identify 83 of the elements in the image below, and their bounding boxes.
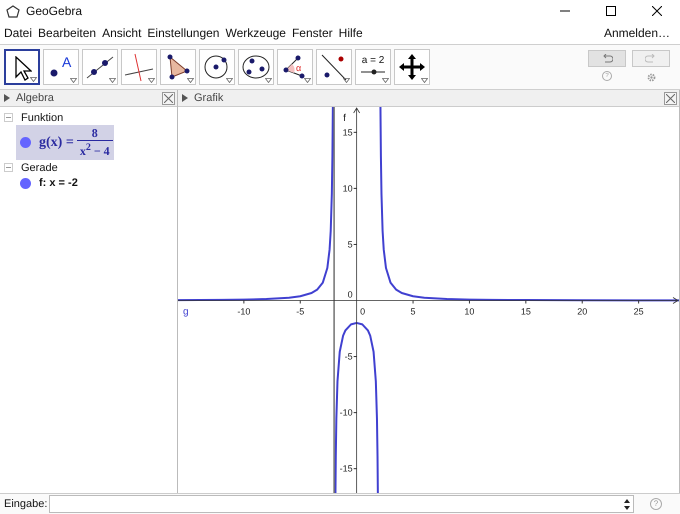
y-tick-label: -10 [340, 408, 353, 418]
x-tick-label: -10 [237, 306, 250, 316]
triangle-icon [167, 54, 190, 80]
menu-item[interactable]: Werkzeuge [225, 26, 290, 40]
origin-label: 0 [348, 290, 353, 300]
dropdown-triangle-icon [304, 78, 311, 83]
input-field[interactable] [49, 495, 634, 513]
dropdown-triangle-icon [226, 78, 233, 83]
algebra-item[interactable]: g(x) = 8 x$^{2}$ − 4 [16, 125, 114, 160]
tool-button[interactable]: α [277, 49, 313, 85]
close-panel-button[interactable] [162, 92, 175, 104]
y-tick-label: 15 [342, 127, 353, 138]
expand-arrow-icon[interactable] [4, 94, 10, 102]
move-arrows-icon [398, 53, 426, 81]
menu-item[interactable]: Hilfe [338, 26, 367, 40]
collapse-toggle[interactable] [4, 113, 13, 122]
reflection-icon [321, 54, 347, 81]
perpendicular-lines-icon [124, 53, 154, 82]
algebra-item[interactable]: f: x = -2 [16, 175, 82, 191]
dropdown-triangle-icon [421, 78, 428, 83]
x-tick-label: 25 [634, 306, 644, 316]
tool-button[interactable] [4, 49, 40, 85]
app-logo-icon [6, 4, 20, 18]
menu-item[interactable]: Einstellungen [147, 26, 224, 40]
tool-button[interactable]: a = 2 [355, 49, 391, 85]
group-label: Funktion [21, 112, 64, 124]
x-tick-label: -5 [296, 306, 304, 316]
window-title: GeoGebra [26, 4, 82, 18]
menu-item[interactable]: Ansicht [102, 26, 146, 40]
line-label: f [343, 113, 346, 124]
ellipse-icon [242, 55, 270, 79]
dropdown-triangle-icon [343, 78, 350, 83]
x-tick-label: 15 [520, 306, 531, 316]
line-icon [86, 56, 114, 79]
menu-item[interactable]: Bearbeiten [38, 26, 100, 40]
dropdown-triangle-icon [265, 78, 272, 83]
visibility-dot[interactable] [20, 178, 31, 188]
maximize-icon [606, 6, 616, 16]
y-tick-label: 10 [342, 183, 353, 194]
y-tick-label: 5 [348, 239, 353, 250]
dropdown-triangle-icon [70, 78, 77, 83]
group-label: Gerade [21, 162, 58, 174]
angle-icon [283, 55, 305, 79]
close-icon [652, 6, 662, 16]
x-tick-label: 5 [410, 306, 416, 316]
slider-icon [360, 69, 386, 75]
visibility-dot[interactable] [20, 137, 31, 148]
point-icon [50, 69, 58, 77]
close-icon [164, 94, 173, 102]
x-tick-label: 10 [464, 306, 474, 316]
x-tick-label: 20 [577, 306, 588, 316]
dropdown-triangle-icon [382, 78, 389, 83]
circle-icon [204, 55, 228, 79]
panel-title: Algebra [16, 92, 54, 104]
undo-arrow-icon [601, 54, 613, 62]
input-label: Eingabe: [4, 498, 48, 510]
minus-icon [5, 114, 12, 121]
close-panel-button[interactable] [664, 92, 677, 104]
undo-button[interactable] [588, 50, 626, 66]
cursor-icon [15, 56, 32, 81]
expand-arrow-icon[interactable] [182, 94, 188, 102]
dropdown-triangle-icon [109, 78, 116, 83]
dropdown-triangle-icon [148, 78, 155, 83]
menu-item[interactable]: Fenster [292, 26, 337, 40]
menu-item[interactable]: Datei [4, 26, 36, 40]
spinner-icon[interactable] [624, 498, 630, 510]
formula-text: f: x = -2 [39, 177, 78, 189]
function-label: g [183, 306, 189, 318]
sign-in-link[interactable]: Anmelden… [604, 26, 676, 40]
y-tick-label: -5 [344, 352, 353, 362]
close-icon [666, 94, 675, 102]
dropdown-triangle-icon [30, 77, 37, 82]
minimize-icon [560, 10, 570, 12]
dropdown-triangle-icon [187, 78, 194, 83]
panel-title: Grafik [194, 92, 224, 104]
collapse-toggle[interactable] [4, 163, 13, 172]
formula-text: g(x) = 8 x$^{2}$ − 4 [39, 127, 110, 158]
tool-button[interactable]: A [43, 49, 79, 85]
origin-label: 0 [360, 306, 366, 316]
y-tick-label: -15 [340, 464, 353, 474]
redo-arrow-icon [645, 54, 657, 62]
gear-icon [646, 72, 656, 83]
minus-icon [5, 164, 12, 171]
